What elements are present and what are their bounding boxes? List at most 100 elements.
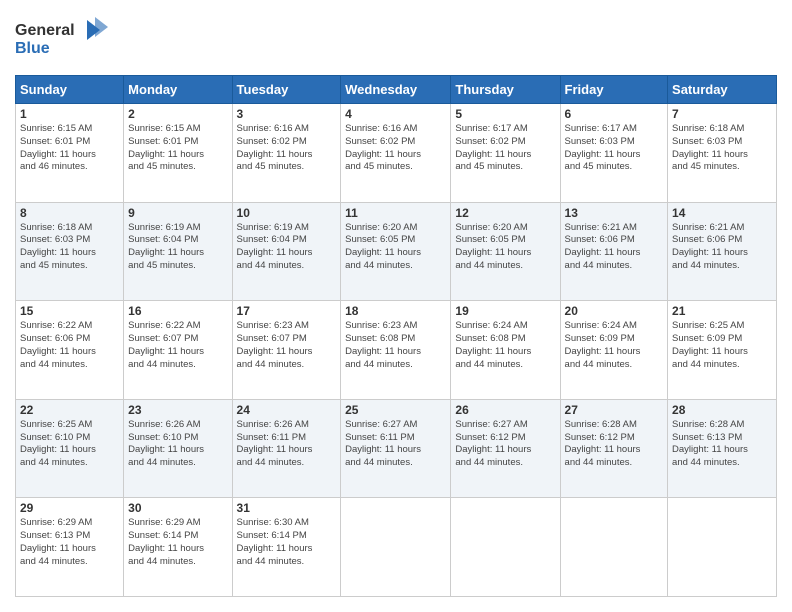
calendar-cell: 26 Sunrise: 6:27 AMSunset: 6:12 PMDayligh… xyxy=(451,399,560,498)
day-info: Sunrise: 6:29 AMSunset: 6:13 PMDaylight:… xyxy=(20,517,119,568)
calendar-cell: 2Sunrise: 6:15 AMSunset: 6:01 PMDaylight… xyxy=(124,104,232,203)
day-number: 14 xyxy=(672,206,772,220)
day-info: Sunrise: 6:24 AMSunset: 6:09 PMDaylight:… xyxy=(565,320,664,371)
day-info: Sunrise: 6:27 AMSunset: 6:11 PMDaylight:… xyxy=(345,419,446,470)
day-number: 21 xyxy=(672,304,772,318)
day-number: 3 xyxy=(237,107,337,121)
day-number: 7 xyxy=(672,107,772,121)
calendar-header-cell: Friday xyxy=(560,76,668,104)
header: General Blue xyxy=(15,15,777,65)
day-number: 30 xyxy=(128,501,227,515)
day-info: Sunrise: 6:22 AMSunset: 6:07 PMDaylight:… xyxy=(128,320,227,371)
day-info: Sunrise: 6:27 AMSunset: 6:12 PMDaylight:… xyxy=(455,419,555,470)
calendar-cell: 4 Sunrise: 6:16 AMSunset: 6:02 PMDaylight… xyxy=(341,104,451,203)
calendar-cell xyxy=(560,498,668,597)
day-number: 31 xyxy=(237,501,337,515)
calendar-cell: 16 Sunrise: 6:22 AMSunset: 6:07 PMDayligh… xyxy=(124,301,232,400)
day-info: Sunrise: 6:22 AMSunset: 6:06 PMDaylight:… xyxy=(20,320,119,371)
day-number: 13 xyxy=(565,206,664,220)
day-info: Sunrise: 6:25 AMSunset: 6:09 PMDaylight:… xyxy=(672,320,772,371)
calendar-cell: 13 Sunrise: 6:21 AMSunset: 6:06 PMDayligh… xyxy=(560,202,668,301)
calendar-cell xyxy=(341,498,451,597)
day-number: 23 xyxy=(128,403,227,417)
day-number: 25 xyxy=(345,403,446,417)
calendar-cell: 9 Sunrise: 6:19 AMSunset: 6:04 PMDaylight… xyxy=(124,202,232,301)
day-number: 4 xyxy=(345,107,446,121)
calendar-cell: 15 Sunrise: 6:22 AMSunset: 6:06 PMDayligh… xyxy=(16,301,124,400)
day-info: Sunrise: 6:17 AMSunset: 6:02 PMDaylight:… xyxy=(455,123,555,174)
calendar-cell: 25 Sunrise: 6:27 AMSunset: 6:11 PMDayligh… xyxy=(341,399,451,498)
day-number: 15 xyxy=(20,304,119,318)
day-number: 19 xyxy=(455,304,555,318)
calendar-header-cell: Monday xyxy=(124,76,232,104)
calendar-cell: 14 Sunrise: 6:21 AMSunset: 6:06 PMDayligh… xyxy=(668,202,777,301)
day-number: 28 xyxy=(672,403,772,417)
calendar-week-row: 22 Sunrise: 6:25 AMSunset: 6:10 PMDayligh… xyxy=(16,399,777,498)
calendar-cell: 8 Sunrise: 6:18 AMSunset: 6:03 PMDaylight… xyxy=(16,202,124,301)
calendar-header-cell: Saturday xyxy=(668,76,777,104)
calendar-cell: 1Sunrise: 6:15 AMSunset: 6:01 PMDaylight… xyxy=(16,104,124,203)
calendar-cell: 22 Sunrise: 6:25 AMSunset: 6:10 PMDayligh… xyxy=(16,399,124,498)
calendar-cell: 7 Sunrise: 6:18 AMSunset: 6:03 PMDaylight… xyxy=(668,104,777,203)
calendar-cell: 17 Sunrise: 6:23 AMSunset: 6:07 PMDayligh… xyxy=(232,301,341,400)
calendar-cell: 27Sunrise: 6:28 AMSunset: 6:12 PMDayligh… xyxy=(560,399,668,498)
calendar-cell: 30 Sunrise: 6:29 AMSunset: 6:14 PMDayligh… xyxy=(124,498,232,597)
calendar-cell: 23 Sunrise: 6:26 AMSunset: 6:10 PMDayligh… xyxy=(124,399,232,498)
day-number: 29 xyxy=(20,501,119,515)
day-number: 24 xyxy=(237,403,337,417)
calendar-week-row: 29 Sunrise: 6:29 AMSunset: 6:13 PMDayligh… xyxy=(16,498,777,597)
day-info: Sunrise: 6:21 AMSunset: 6:06 PMDaylight:… xyxy=(672,222,772,273)
calendar-cell: 10 Sunrise: 6:19 AMSunset: 6:04 PMDayligh… xyxy=(232,202,341,301)
page: General Blue SundayMondayTuesdayWednesda… xyxy=(0,0,792,612)
calendar-cell: 31 Sunrise: 6:30 AMSunset: 6:14 PMDayligh… xyxy=(232,498,341,597)
day-number: 16 xyxy=(128,304,227,318)
calendar-cell: 18Sunrise: 6:23 AMSunset: 6:08 PMDayligh… xyxy=(341,301,451,400)
day-info: Sunrise: 6:18 AMSunset: 6:03 PMDaylight:… xyxy=(20,222,119,273)
day-info: Sunrise: 6:19 AMSunset: 6:04 PMDaylight:… xyxy=(237,222,337,273)
day-info: Sunrise: 6:20 AMSunset: 6:05 PMDaylight:… xyxy=(455,222,555,273)
day-info: Sunrise: 6:24 AMSunset: 6:08 PMDaylight:… xyxy=(455,320,555,371)
day-info: Sunrise: 6:21 AMSunset: 6:06 PMDaylight:… xyxy=(565,222,664,273)
day-number: 18 xyxy=(345,304,446,318)
calendar-cell: 29 Sunrise: 6:29 AMSunset: 6:13 PMDayligh… xyxy=(16,498,124,597)
day-number: 2 xyxy=(128,107,227,121)
calendar-cell: 21 Sunrise: 6:25 AMSunset: 6:09 PMDayligh… xyxy=(668,301,777,400)
day-info: Sunrise: 6:23 AMSunset: 6:07 PMDaylight:… xyxy=(237,320,337,371)
day-number: 27 xyxy=(565,403,664,417)
day-number: 5 xyxy=(455,107,555,121)
calendar-cell: 5 Sunrise: 6:17 AMSunset: 6:02 PMDaylight… xyxy=(451,104,560,203)
day-info: Sunrise: 6:16 AMSunset: 6:02 PMDaylight:… xyxy=(237,123,337,174)
calendar-cell xyxy=(451,498,560,597)
day-number: 26 xyxy=(455,403,555,417)
day-info: Sunrise: 6:18 AMSunset: 6:03 PMDaylight:… xyxy=(672,123,772,174)
day-number: 9 xyxy=(128,206,227,220)
day-number: 10 xyxy=(237,206,337,220)
logo-text: General Blue xyxy=(15,15,110,65)
day-number: 17 xyxy=(237,304,337,318)
day-info: Sunrise: 6:28 AMSunset: 6:13 PMDaylight:… xyxy=(672,419,772,470)
svg-text:Blue: Blue xyxy=(15,40,50,57)
calendar-cell: 28 Sunrise: 6:28 AMSunset: 6:13 PMDayligh… xyxy=(668,399,777,498)
calendar-week-row: 1Sunrise: 6:15 AMSunset: 6:01 PMDaylight… xyxy=(16,104,777,203)
calendar-cell: 6Sunrise: 6:17 AMSunset: 6:03 PMDaylight… xyxy=(560,104,668,203)
calendar-week-row: 8 Sunrise: 6:18 AMSunset: 6:03 PMDaylight… xyxy=(16,202,777,301)
day-number: 22 xyxy=(20,403,119,417)
calendar-cell: 20 Sunrise: 6:24 AMSunset: 6:09 PMDayligh… xyxy=(560,301,668,400)
calendar-cell: 24 Sunrise: 6:26 AMSunset: 6:11 PMDayligh… xyxy=(232,399,341,498)
day-number: 8 xyxy=(20,206,119,220)
svg-text:General: General xyxy=(15,22,75,39)
day-info: Sunrise: 6:29 AMSunset: 6:14 PMDaylight:… xyxy=(128,517,227,568)
calendar-cell xyxy=(668,498,777,597)
day-number: 20 xyxy=(565,304,664,318)
day-info: Sunrise: 6:25 AMSunset: 6:10 PMDaylight:… xyxy=(20,419,119,470)
day-info: Sunrise: 6:19 AMSunset: 6:04 PMDaylight:… xyxy=(128,222,227,273)
calendar-header-cell: Sunday xyxy=(16,76,124,104)
day-number: 11 xyxy=(345,206,446,220)
calendar-header-cell: Thursday xyxy=(451,76,560,104)
day-info: Sunrise: 6:26 AMSunset: 6:10 PMDaylight:… xyxy=(128,419,227,470)
day-info: Sunrise: 6:30 AMSunset: 6:14 PMDaylight:… xyxy=(237,517,337,568)
day-info: Sunrise: 6:16 AMSunset: 6:02 PMDaylight:… xyxy=(345,123,446,174)
day-info: Sunrise: 6:26 AMSunset: 6:11 PMDaylight:… xyxy=(237,419,337,470)
day-info: Sunrise: 6:15 AMSunset: 6:01 PMDaylight:… xyxy=(20,123,119,174)
calendar-cell: 19 Sunrise: 6:24 AMSunset: 6:08 PMDayligh… xyxy=(451,301,560,400)
